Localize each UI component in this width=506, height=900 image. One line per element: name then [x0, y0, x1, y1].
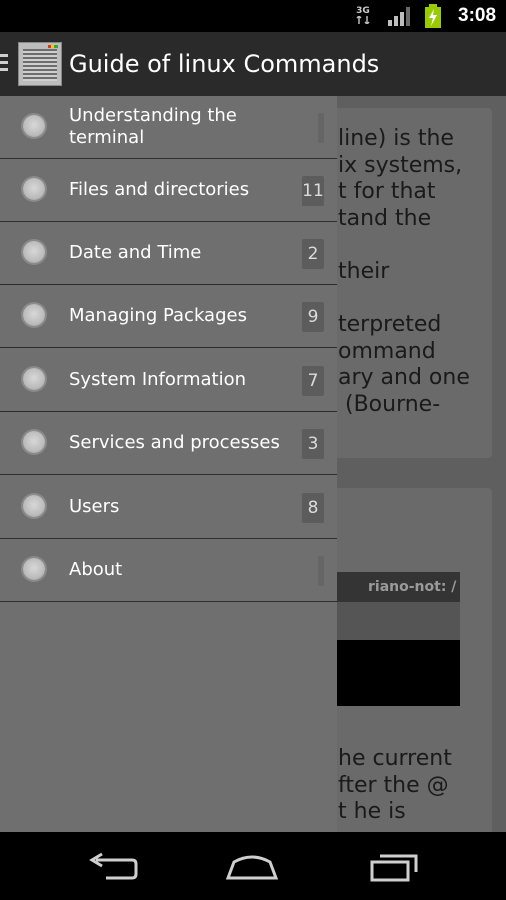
app-title: Guide of linux Commands [69, 50, 380, 78]
recent-apps-icon[interactable] [364, 846, 424, 886]
system-nav-bar [0, 832, 506, 900]
terminal-header: riano-not: / [330, 572, 460, 602]
status-bar: 3G 3:08 [0, 0, 506, 32]
radio-icon [23, 178, 45, 200]
radio-icon [23, 368, 45, 390]
menu-icon[interactable] [0, 54, 8, 74]
home-icon[interactable] [222, 846, 282, 886]
drawer-item-label: System Information [69, 369, 247, 390]
drawer-item-count [318, 113, 324, 143]
drawer-item-count: 9 [302, 302, 324, 332]
radio-icon [23, 431, 45, 453]
app-icon[interactable] [18, 42, 62, 86]
drawer-item-label: Files and directories [69, 179, 250, 200]
drawer-item-label: Date and Time [69, 242, 202, 263]
drawer-item-count: 8 [302, 493, 324, 523]
navigation-drawer: Understanding the terminal Files and dir… [0, 96, 337, 832]
terminal-screen [330, 640, 460, 706]
drawer-item-label: Users [69, 496, 120, 517]
radio-icon [23, 495, 45, 517]
drawer-item-label: Services and processes [69, 432, 280, 453]
drawer-item-label: Managing Packages [69, 305, 247, 326]
radio-icon [23, 558, 45, 580]
drawer-item-managing-packages[interactable]: Managing Packages 9 [0, 285, 337, 348]
drawer-item-count: 11 [302, 176, 324, 206]
drawer-item-count: 2 [302, 239, 324, 269]
radio-icon [23, 115, 45, 137]
drawer-item-understanding-terminal[interactable]: Understanding the terminal [0, 96, 337, 159]
drawer-item-date-time[interactable]: Date and Time 2 [0, 222, 337, 285]
drawer-item-label: Understanding the terminal [69, 105, 237, 148]
drawer-item-count: 7 [302, 366, 324, 396]
radio-icon [23, 241, 45, 263]
drawer-item-count [318, 556, 324, 586]
card-text: line) is the ix systems, t for that tand… [338, 126, 470, 417]
action-bar: Guide of linux Commands [0, 32, 506, 96]
drawer-item-users[interactable]: Users 8 [0, 476, 337, 539]
drawer-item-system-information[interactable]: System Information 7 [0, 349, 337, 412]
terminal-toolbar [330, 602, 460, 640]
battery-charging-icon [425, 4, 441, 28]
signal-icon [388, 7, 410, 26]
status-clock: 3:08 [458, 5, 497, 26]
back-icon[interactable] [82, 846, 142, 886]
card-text: he current fter the @ t he is [338, 746, 452, 825]
network-3g-icon: 3G [354, 6, 372, 26]
drawer-item-count: 3 [302, 429, 324, 459]
drawer-item-label: About [69, 559, 123, 580]
drawer-item-files-directories[interactable]: Files and directories 11 [0, 159, 337, 222]
radio-icon [23, 304, 45, 326]
drawer-item-services-processes[interactable]: Services and processes 3 [0, 412, 337, 475]
drawer-item-about[interactable]: About [0, 539, 337, 602]
